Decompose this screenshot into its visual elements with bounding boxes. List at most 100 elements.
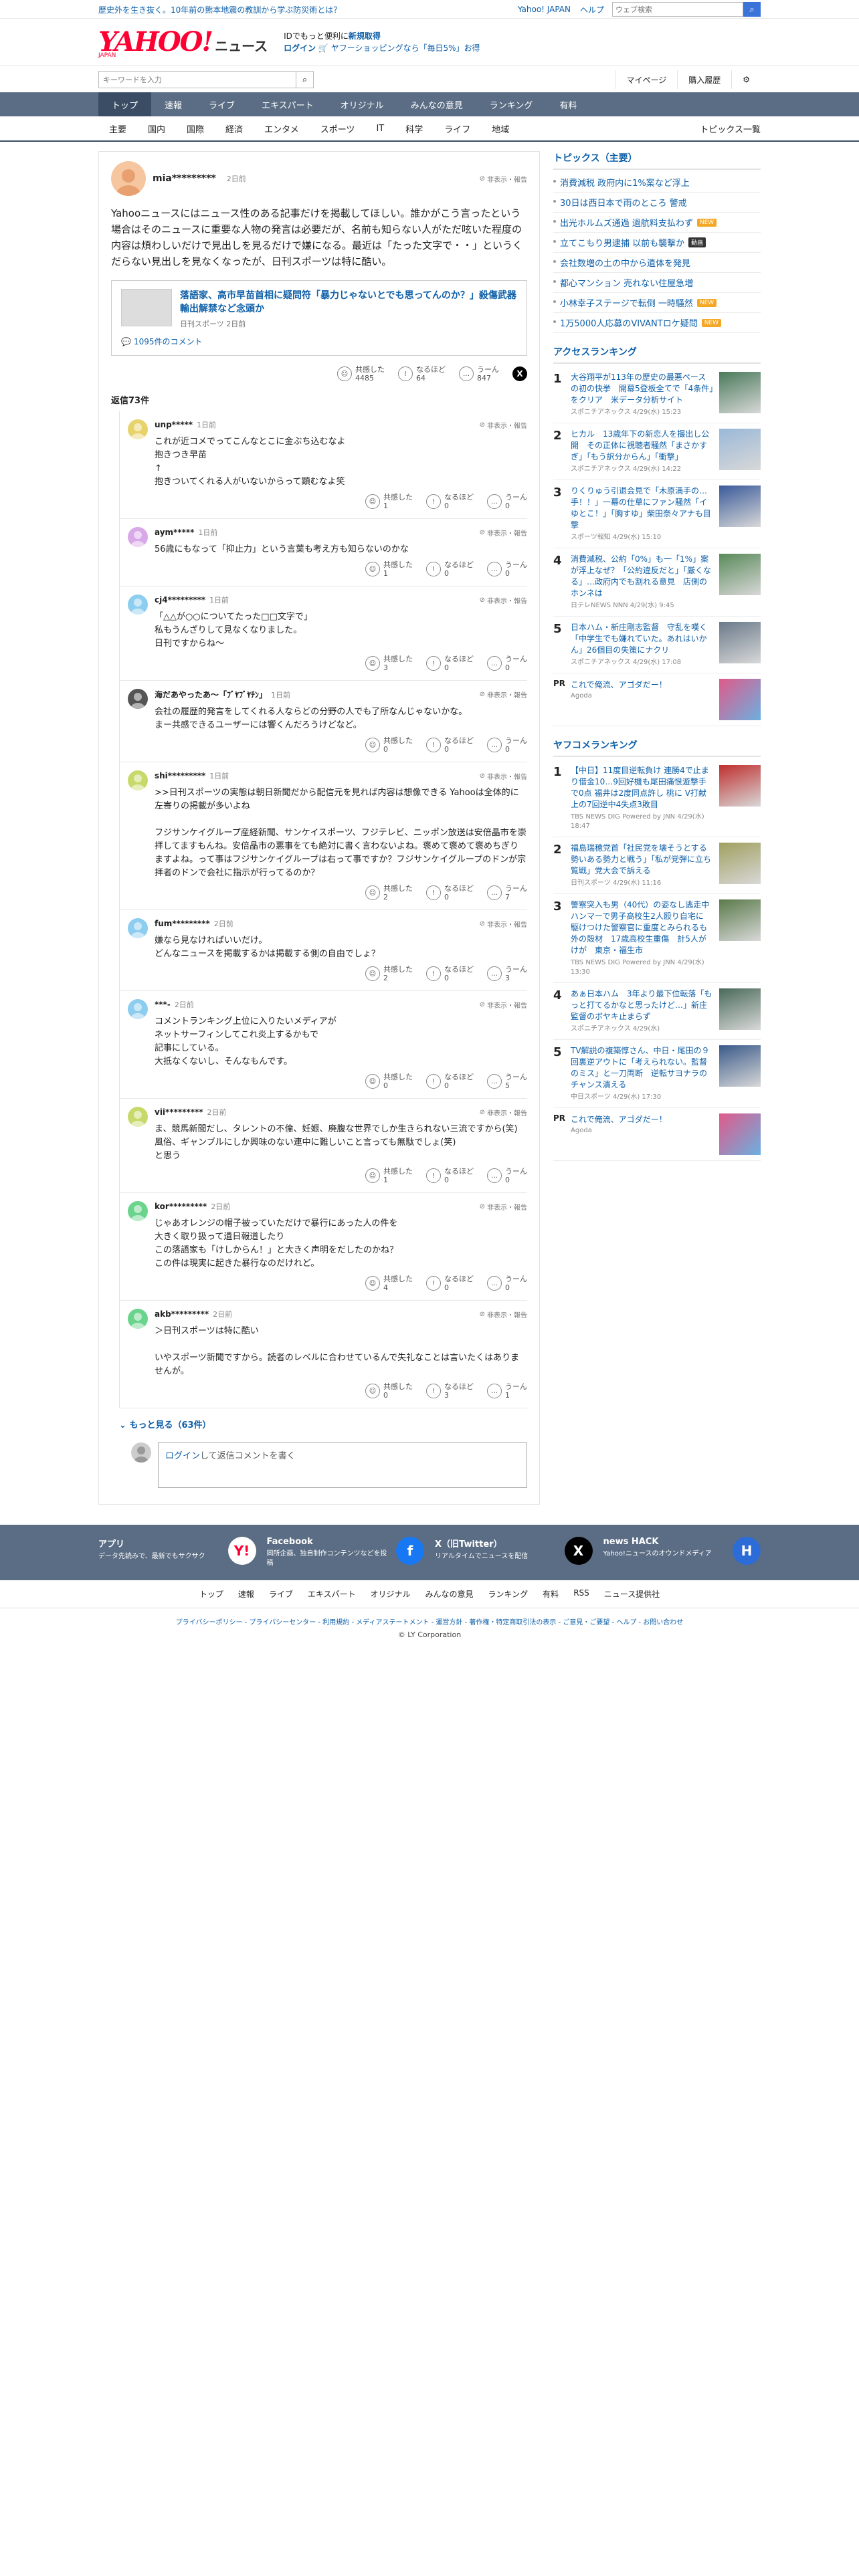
hmm-button[interactable]: … うーん 1 — [487, 1382, 527, 1400]
rank-title[interactable]: 【中日】11度目逆転負け 連勝4で止まり借金10…9回好機も尾田痛恨遊撃手で0点… — [571, 765, 714, 811]
ranking-item[interactable]: 2 福島瑞穂党首「社民党を壊そうとする勢いある勢力と戦う」「私が党弾に立ち覧戦」党… — [553, 837, 761, 894]
hide-report-button[interactable]: ⊘ 非表示・報告 — [480, 420, 527, 430]
topics-list-link[interactable]: トピックス一覧 — [700, 122, 761, 135]
hmm-button[interactable]: … うーん 0 — [487, 1167, 527, 1184]
reply-author[interactable]: fum********* — [155, 919, 210, 928]
search-icon[interactable]: ⌕ — [296, 72, 313, 88]
footer-app-2[interactable]: X（旧Twitter） リアルタイムでニュースを配信 X — [435, 1537, 593, 1568]
ranking-item[interactable]: 5 日本ハム・新庄剛志監督 守乱を嘆く「中学生でも嫌れていた。あれはいかん」26個… — [553, 617, 761, 673]
empathy-button[interactable]: ☺ 共感した 3 — [365, 655, 413, 672]
rank-title[interactable]: 警察突入も男（40代）の姿なし逃走中 ハンマーで男子高校生2人殴り自宅に 駆けつ… — [571, 899, 717, 956]
hmm-button[interactable]: … うーん 5 — [487, 1073, 527, 1090]
gnav-top[interactable]: トップ — [98, 92, 152, 116]
rank-title[interactable]: りくりゅう引退会見で「木原満手の…手！！」一幕の仕草にファン騒然「イゆとこ！」「… — [571, 486, 714, 531]
yahoo-news-logo[interactable]: YAHOO! JAPAN ニュース — [98, 26, 268, 59]
shopping-promo-link[interactable]: ヤフーショッピングなら「毎日5%」お得 — [331, 43, 480, 53]
hmm-button[interactable]: … うーん 0 — [487, 1275, 527, 1292]
history-link[interactable]: 購入履歴 — [677, 70, 731, 89]
footer-nav-item[interactable]: 有料 — [543, 1588, 559, 1600]
footer-nav-item[interactable]: みんなの意見 — [425, 1588, 474, 1600]
reply-author[interactable]: ***- — [155, 1000, 171, 1009]
reply-input[interactable]: ログインして返信コメントを書く — [158, 1442, 527, 1488]
topic-item[interactable]: 出光ホルムズ通過 過航料支払わず NEW — [553, 213, 761, 233]
insight-button[interactable]: ! なるほど 0 — [426, 1073, 474, 1090]
insight-button[interactable]: ! なるほど 0 — [426, 560, 474, 578]
topic-item[interactable]: 小林幸子ステージで転倒 一時騒然 NEW — [553, 293, 761, 313]
footer-app-0[interactable]: アプリ データ先読みで、最新でもサクサク Y! — [98, 1537, 256, 1568]
hide-report-button[interactable]: ⊘ 非表示・報告 — [480, 1309, 527, 1319]
hide-report-button[interactable]: ⊘ 非表示・報告 — [480, 771, 527, 781]
footer-nav-item[interactable]: トップ — [199, 1588, 223, 1600]
keyword-input[interactable] — [99, 72, 296, 88]
topic-title[interactable]: 消費減税 政府内に1%案など浮上 — [560, 176, 690, 189]
rank-title[interactable]: あぁ日本ハム 3年より最下位転落「もっと打てるかなと思ったけど…」新庄監督のボヤ… — [571, 988, 714, 1023]
x-share-icon[interactable]: X — [512, 366, 527, 381]
reply-author[interactable]: akb********* — [155, 1309, 209, 1319]
cat-main[interactable]: 主要 — [98, 122, 137, 135]
gnav-ranking[interactable]: ランキング — [476, 92, 547, 116]
empathy-button[interactable]: ☺ 共感した 0 — [365, 736, 413, 754]
gear-icon[interactable]: ⚙ — [731, 70, 761, 89]
ranking-item[interactable]: 3 りくりゅう引退会見で「木原満手の…手！！」一幕の仕草にファン騒然「イゆとこ！」… — [553, 480, 761, 548]
pr-title[interactable]: これで俺流、アゴダだー！ — [571, 679, 714, 690]
article-title[interactable]: 落語家、高市早苗首相に疑問符「暴力じゃないとでも思ってんのか？」殺傷武器輸出解禁… — [180, 289, 517, 316]
pr-item[interactable]: PR これで俺流、アゴダだー！ Agoda — [553, 1108, 761, 1161]
hmm-button[interactable]: … うーん 7 — [487, 884, 527, 901]
reply-author[interactable]: unp***** — [155, 420, 193, 429]
empathy-button[interactable]: ☺ 共感した 1 — [365, 1167, 413, 1184]
cat-economy[interactable]: 経済 — [215, 122, 254, 135]
reply-author[interactable]: aym***** — [155, 528, 194, 537]
cat-it[interactable]: IT — [365, 124, 395, 134]
footer-nav-item[interactable]: ライブ — [269, 1588, 293, 1600]
topic-item[interactable]: 30日は西日本で雨のところ 警戒 — [553, 193, 761, 213]
hide-report-button[interactable]: ⊘ 非表示・報告 — [480, 919, 527, 929]
hmm-button[interactable]: … うーん 0 — [487, 493, 527, 510]
reply-author[interactable]: vii********* — [155, 1107, 203, 1117]
footer-nav-item[interactable]: ランキング — [488, 1588, 529, 1600]
insight-button[interactable]: ! なるほど 64 — [398, 365, 446, 383]
top-news-link[interactable]: 歴史外を生き抜く。10年前の熊本地震の教訓から学ぶ防災術とは？ — [98, 4, 518, 15]
insight-button[interactable]: ! なるほど 0 — [426, 965, 474, 982]
rank-title[interactable]: TV解説の複築惇さん、中日・尾田の９回裏逆アウトに「考えられない。監督のミス」と… — [571, 1045, 714, 1091]
reply-author[interactable]: shi********* — [155, 771, 205, 780]
footer-links[interactable]: プライバシーポリシー - プライバシーセンター - 利用規約 - メディアステー… — [0, 1608, 859, 1626]
topic-title[interactable]: 出光ホルムズ通過 過航料支払わず — [560, 216, 693, 229]
reply-author[interactable]: 海だあやったあ〜「ﾌﾞﾔﾌﾞﾔﾁﾝ」 — [155, 689, 267, 700]
topic-title[interactable]: 立てこもり男逮捕 以前も襲撃か — [560, 236, 684, 249]
login-link[interactable]: ログイン — [284, 43, 316, 53]
gnav-flash[interactable]: 速報 — [151, 92, 195, 116]
gnav-original[interactable]: オリジナル — [327, 92, 397, 116]
topic-title[interactable]: 小林幸子ステージで転倒 一時騒然 — [560, 296, 693, 309]
hide-report-button[interactable]: ⊘ 非表示・報告 — [480, 174, 527, 184]
hide-report-button[interactable]: ⊘ 非表示・報告 — [480, 689, 527, 700]
cat-entertainment[interactable]: エンタメ — [254, 122, 310, 135]
ranking-item[interactable]: 4 消費減税、公約「0%」も一「1%」案が浮上なぜ？「公約違反だと」「厳くなる」…… — [553, 548, 761, 617]
footer-app-1[interactable]: Facebook 同所企画、独自制作コンテンツなどを投稿 f — [267, 1537, 424, 1568]
article-card[interactable]: 落語家、高市早苗首相に疑問符「暴力じゃないとでも思ってんのか？」殺傷武器輸出解禁… — [111, 280, 527, 356]
hide-report-button[interactable]: ⊘ 非表示・報告 — [480, 1202, 527, 1212]
gnav-expert[interactable]: エキスパート — [248, 92, 327, 116]
pr-item[interactable]: PR これで俺流、アゴダだー！ Agoda — [553, 673, 761, 726]
help-link[interactable]: ヘルプ — [580, 4, 604, 15]
rank-title[interactable]: ヒカル 13歳年下の新恋人を撮出し公開 その正体に視聴者騒然「まさかすぎ」「もう… — [571, 429, 714, 463]
ranking-item[interactable]: 1 【中日】11度目逆転負け 連勝4で止まり借金10…9回好機も尾田痛恨遊撃手で0… — [553, 760, 761, 837]
rank-title[interactable]: 福島瑞穂党首「社民党を壊そうとする勢いある勢力と戦う」「私が党弾に立ち覧戦」党大… — [571, 843, 714, 877]
rank-title[interactable]: 大谷翔平が113年の歴史の最悪ペースの初の快挙 開幕5登板全てで「4条件」をクリ… — [571, 372, 714, 406]
cat-life[interactable]: ライフ — [434, 122, 481, 135]
ranking-item[interactable]: 2 ヒカル 13歳年下の新恋人を撮出し公開 その正体に視聴者騒然「まさかすぎ」「も… — [553, 423, 761, 480]
show-more-button[interactable]: ⌄ もっと見る（63件） — [111, 1408, 527, 1436]
insight-button[interactable]: ! なるほど 0 — [426, 1167, 474, 1184]
hide-report-button[interactable]: ⊘ 非表示・報告 — [480, 595, 527, 605]
hmm-button[interactable]: … うーん 0 — [487, 560, 527, 578]
empathy-button[interactable]: ☺ 共感した 1 — [365, 493, 413, 510]
topic-item[interactable]: 1万5000人応募のVIVANTロケ疑問 NEW — [553, 313, 761, 333]
rank-title[interactable]: 消費減税、公約「0%」も一「1%」案が浮上なぜ？「公約違反だと」「厳くなる」…政… — [571, 554, 714, 599]
empathy-button[interactable]: ☺ 共感した 0 — [365, 1382, 413, 1400]
reply-login-link[interactable]: ログイン — [165, 1451, 200, 1461]
hide-report-button[interactable]: ⊘ 非表示・報告 — [480, 1000, 527, 1010]
topic-title[interactable]: 1万5000人応募のVIVANTロケ疑問 — [560, 316, 698, 329]
cat-domestic[interactable]: 国内 — [137, 122, 176, 135]
cat-world[interactable]: 国際 — [176, 122, 215, 135]
insight-button[interactable]: ! なるほど 3 — [426, 1382, 474, 1400]
insight-button[interactable]: ! なるほど 0 — [426, 493, 474, 510]
